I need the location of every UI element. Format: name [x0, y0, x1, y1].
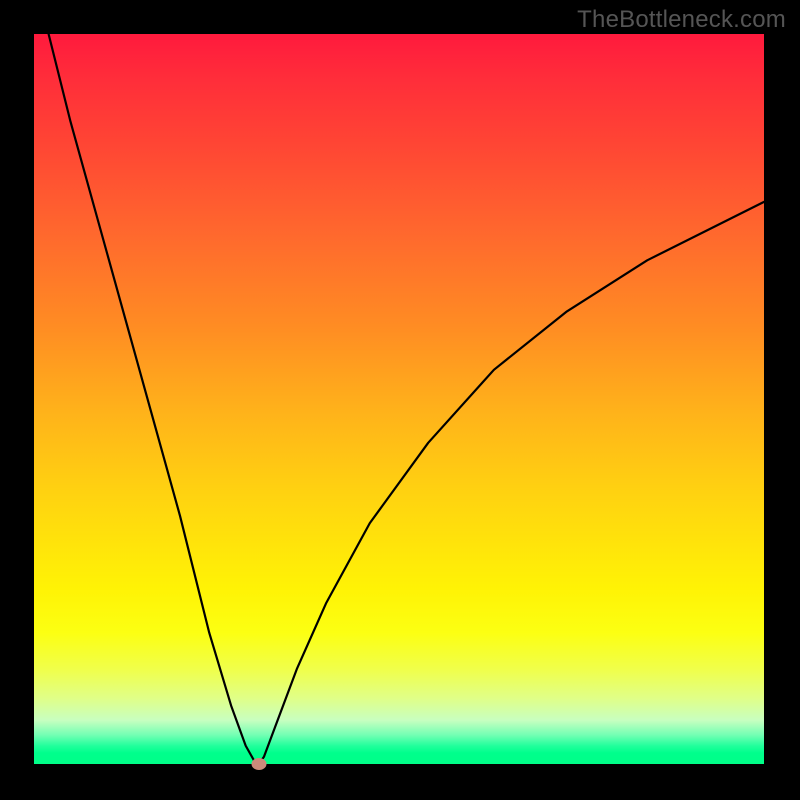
bottleneck-curve [34, 34, 764, 764]
curve-minimum-marker [251, 758, 266, 770]
watermark-text: TheBottleneck.com [577, 6, 786, 34]
chart-plot-area [34, 34, 764, 764]
